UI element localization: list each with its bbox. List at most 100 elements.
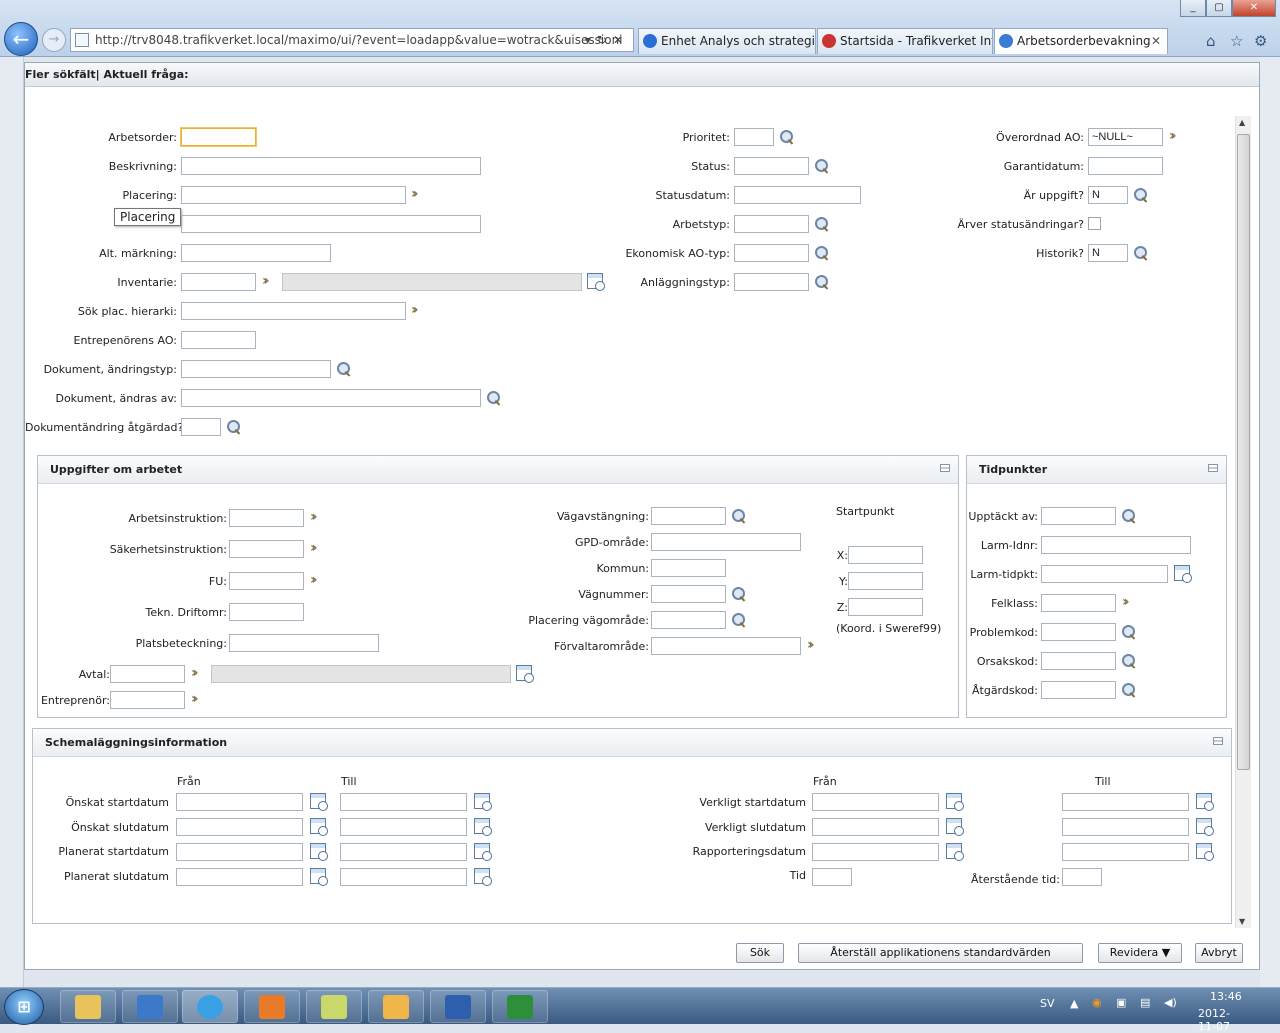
felklass-input[interactable] [1041, 594, 1116, 612]
tray-network-icon[interactable]: ▤ [1140, 996, 1150, 1009]
language-indicator[interactable]: SV [1040, 997, 1055, 1010]
verkligt-slut-from-input[interactable] [812, 818, 939, 836]
historik-input[interactable] [1088, 244, 1128, 262]
taskbar-excel[interactable] [492, 990, 548, 1023]
search-icon[interactable] [815, 275, 829, 289]
scroll-thumb[interactable] [1237, 134, 1250, 770]
planerat-start-to-input[interactable] [340, 843, 467, 861]
double-chevron-icon[interactable]: ›› [411, 187, 418, 201]
entreprenorens-ao-input[interactable] [181, 331, 256, 349]
double-chevron-icon[interactable]: ›› [310, 573, 317, 587]
aterstall-button[interactable]: Återställ applikationens standardvärden [798, 943, 1083, 963]
problemkod-input[interactable] [1041, 623, 1116, 641]
arbetsinstruktion-input[interactable] [229, 509, 304, 527]
double-chevron-icon[interactable]: ›› [191, 692, 198, 706]
onskat-slut-from-input[interactable] [176, 818, 303, 836]
statusdatum-input[interactable] [734, 186, 861, 204]
calendar-icon[interactable] [310, 868, 328, 886]
close-tab-icon[interactable]: ✕ [1151, 29, 1161, 53]
double-chevron-icon[interactable]: ›› [191, 666, 198, 680]
search-icon[interactable] [815, 246, 829, 260]
minimize-button[interactable]: _ [1180, 0, 1206, 17]
search-icon[interactable] [780, 130, 794, 144]
close-window-button[interactable]: ✕ [1232, 0, 1276, 17]
verkligt-start-from-input[interactable] [812, 793, 939, 811]
calendar-icon[interactable] [474, 868, 492, 886]
tray-app-icon[interactable]: ◉ [1092, 996, 1102, 1009]
double-chevron-icon[interactable]: ›› [807, 638, 814, 652]
search-icon[interactable] [732, 613, 746, 627]
vertical-scrollbar[interactable]: ▲ ▼ [1235, 116, 1251, 928]
larm-idnr-input[interactable] [1041, 536, 1191, 554]
favorites-icon[interactable]: ☆ [1230, 32, 1243, 50]
planerat-slut-to-input[interactable] [340, 868, 467, 886]
maximize-button[interactable]: ▢ [1206, 0, 1232, 17]
search-icon[interactable] [815, 159, 829, 173]
taskbar-explorer[interactable] [60, 990, 116, 1023]
forward-button[interactable]: → [42, 28, 66, 52]
tid-input[interactable] [812, 868, 852, 886]
search-icon[interactable] [227, 420, 241, 434]
gear-icon[interactable]: ⚙ [1254, 32, 1267, 50]
calendar-icon[interactable] [474, 843, 492, 861]
search-icon[interactable] [1122, 509, 1136, 523]
forvaltar-input[interactable] [651, 637, 801, 655]
arbetsorder-input[interactable] [181, 128, 256, 146]
entreprenor-input[interactable] [110, 691, 185, 709]
double-chevron-icon[interactable]: ›› [411, 303, 418, 317]
double-chevron-icon[interactable]: ›› [262, 274, 269, 288]
calendar-icon[interactable] [310, 793, 328, 811]
upptackt-input[interactable] [1041, 507, 1116, 525]
atgardskod-input[interactable] [1041, 681, 1116, 699]
sok-plac-input[interactable] [181, 302, 406, 320]
rapportering-from-input[interactable] [812, 843, 939, 861]
tekn-input[interactable] [229, 603, 304, 621]
y-input[interactable] [848, 572, 923, 590]
alt-markning-input[interactable] [181, 244, 331, 262]
calendar-icon[interactable] [1196, 843, 1214, 861]
ar-uppgift-input[interactable] [1088, 186, 1128, 204]
search-icon[interactable] [732, 509, 746, 523]
taskbar-word[interactable] [430, 990, 486, 1023]
vagnummer-input[interactable] [651, 585, 726, 603]
contract-detail-icon[interactable] [516, 665, 534, 683]
volume-icon[interactable]: ◀) [1164, 996, 1177, 1009]
clock-time[interactable]: 13:46 [1210, 990, 1242, 1003]
taskbar-remote[interactable] [122, 990, 178, 1023]
calendar-icon[interactable] [1196, 793, 1214, 811]
search-icon[interactable] [1122, 625, 1136, 639]
double-chevron-icon[interactable]: ›› [310, 541, 317, 555]
avtal-input[interactable] [110, 665, 185, 683]
calendar-icon[interactable] [474, 793, 492, 811]
address-bar[interactable]: http://trv8048.trafikverket.local/maximo… [70, 28, 634, 52]
aterstaende-input[interactable] [1062, 868, 1102, 886]
home-icon[interactable]: ⌂ [1206, 32, 1216, 50]
anlaggningstyp-input[interactable] [734, 273, 809, 291]
prioritet-input[interactable] [734, 128, 774, 146]
onskat-start-from-input[interactable] [176, 793, 303, 811]
avbryt-button[interactable]: Avbryt [1195, 943, 1243, 963]
placering-vag-input[interactable] [651, 611, 726, 629]
arver-checkbox[interactable] [1088, 217, 1101, 230]
larm-tidpkt-input[interactable] [1041, 565, 1168, 583]
rapportering-to-input[interactable] [1062, 843, 1189, 861]
dok-andringstyp-input[interactable] [181, 360, 331, 378]
calendar-icon[interactable] [1174, 565, 1192, 583]
tab-enhet[interactable]: Enhet Analys och strategi (... [638, 28, 816, 54]
calendar-icon[interactable] [310, 818, 328, 836]
search-icon[interactable] [815, 217, 829, 231]
scroll-up-icon[interactable]: ▲ [1239, 118, 1245, 127]
double-chevron-icon[interactable]: ›› [310, 510, 317, 524]
vagavstangning-input[interactable] [651, 507, 726, 525]
tab-startsida[interactable]: Startsida - Trafikverket Intr... [817, 28, 993, 54]
back-button[interactable]: ← [4, 22, 38, 56]
search-icon[interactable] [1134, 246, 1148, 260]
overordnad-input[interactable] [1088, 128, 1163, 146]
status-input[interactable] [734, 157, 809, 175]
taskbar-ie[interactable] [182, 990, 238, 1023]
collapse-icon[interactable] [1213, 737, 1223, 745]
revidera-button[interactable]: Revidera ▼ [1098, 943, 1182, 963]
orsakskod-input[interactable] [1041, 652, 1116, 670]
calendar-icon[interactable] [946, 793, 964, 811]
tray-device-icon[interactable]: ▣ [1116, 996, 1126, 1009]
